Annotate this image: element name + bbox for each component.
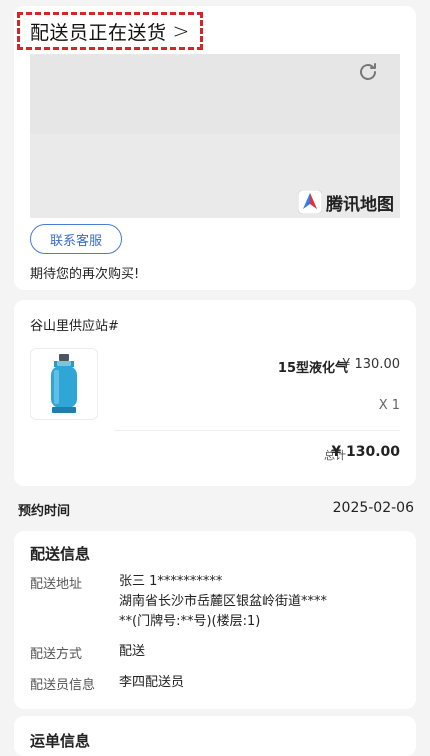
address-line-3: **(门牌号:**号)(楼层:1) <box>119 614 261 629</box>
delivery-status-header[interactable]: 配送员正在送货 > <box>17 12 203 50</box>
divider <box>114 430 400 431</box>
delivery-status-title: 配送员正在送货 <box>30 21 167 44</box>
tencent-map-logo-icon <box>298 190 322 214</box>
delivery-status-card: 配送员正在送货 > 腾讯地图 联系客服 期待您的再次购买! <box>14 6 416 290</box>
waybill-info-title: 运单信息 <box>30 732 91 750</box>
address-line-2: 湖南省长沙市岳麓区银盆岭街道**** <box>119 594 328 609</box>
address-label: 配送地址 <box>30 577 83 592</box>
map-view[interactable]: 腾讯地图 <box>30 54 400 218</box>
delivery-method-label: 配送方式 <box>30 647 83 662</box>
delivery-info-card: 配送信息 配送地址 张三 1********** 湖南省长沙市岳麓区银盆岭街道*… <box>14 531 416 709</box>
product-image[interactable] <box>30 348 98 420</box>
delivery-method-value: 配送 <box>119 644 146 659</box>
order-card: 谷山里供应站# 15型液化气 ¥ 130.00 X 1 总计 ¥ 130.00 <box>14 300 416 486</box>
reservation-date: 2025-02-06 <box>332 500 414 516</box>
thanks-message: 期待您的再次购买! <box>30 267 140 282</box>
gas-cylinder-icon <box>51 354 77 413</box>
chevron-right-icon: > <box>172 19 190 43</box>
courier-value: 李四配送员 <box>119 675 185 690</box>
waybill-info-card: 运单信息 <box>14 716 416 756</box>
total-value: ¥ 130.00 <box>331 444 400 460</box>
reservation-label: 预约时间 <box>18 504 71 519</box>
delivery-info-title: 配送信息 <box>30 545 91 563</box>
product-quantity: X 1 <box>378 398 400 413</box>
contact-service-button[interactable]: 联系客服 <box>30 224 122 254</box>
address-line-1: 张三 1********** <box>119 574 223 589</box>
courier-label: 配送员信息 <box>30 678 96 693</box>
refresh-icon[interactable] <box>356 60 380 84</box>
store-name: 谷山里供应站# <box>30 319 119 334</box>
map-brand: 腾讯地图 <box>298 188 394 216</box>
product-price: ¥ 130.00 <box>342 357 400 372</box>
product-name: 15型液化气 <box>277 361 348 376</box>
map-brand-label: 腾讯地图 <box>326 194 394 215</box>
